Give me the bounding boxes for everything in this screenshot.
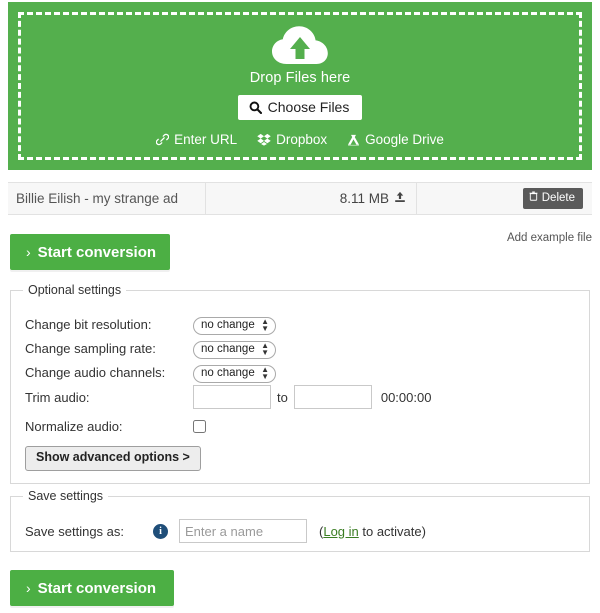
chevron-right-icon: ›	[26, 244, 31, 260]
sampling-rate-select-wrap[interactable]: no change ▲▼	[193, 339, 276, 359]
row-sampling-rate: Change sampling rate: no change ▲▼	[25, 339, 276, 359]
normalize-audio-checkbox[interactable]	[193, 420, 206, 433]
bit-resolution-label: Change bit resolution:	[25, 317, 193, 332]
row-audio-channels: Change audio channels: no change ▲▼	[25, 363, 276, 383]
save-settings-legend: Save settings	[23, 489, 108, 503]
trim-start-input[interactable]	[193, 385, 271, 409]
activate-note: (Log in to activate)	[319, 524, 426, 539]
row-normalize-audio: Normalize audio:	[25, 419, 206, 434]
google-drive-icon	[347, 134, 360, 146]
audio-channels-select[interactable]: no change	[193, 365, 276, 383]
trash-icon	[529, 191, 538, 205]
file-row: Billie Eilish - my strange ad 8.11 MB De…	[8, 182, 592, 215]
audio-channels-select-wrap[interactable]: no change ▲▼	[193, 363, 276, 383]
dropbox-link[interactable]: Dropbox	[257, 132, 327, 147]
row-trim-audio: Trim audio: to 00:00:00	[25, 385, 431, 409]
row-bit-resolution: Change bit resolution: no change ▲▼	[25, 315, 276, 335]
show-advanced-options-button[interactable]: Show advanced options >	[25, 446, 201, 471]
trim-end-input[interactable]	[294, 385, 372, 409]
link-icon	[156, 133, 169, 146]
file-name-cell[interactable]: Billie Eilish - my strange ad	[8, 182, 206, 215]
delete-label: Delete	[542, 192, 575, 205]
sampling-rate-label: Change sampling rate:	[25, 341, 193, 356]
start-conversion-button-top[interactable]: › Start conversion	[10, 234, 170, 270]
save-settings-as-label: Save settings as:	[25, 524, 153, 539]
google-drive-label: Google Drive	[365, 132, 444, 147]
bit-resolution-select-wrap[interactable]: no change ▲▼	[193, 315, 276, 335]
file-size: 8.11 MB	[340, 191, 389, 206]
login-link[interactable]: Log in	[323, 524, 358, 539]
bit-resolution-select[interactable]: no change	[193, 317, 276, 335]
info-icon[interactable]: i	[153, 524, 168, 539]
start-conversion-button-bottom[interactable]: › Start conversion	[10, 570, 174, 606]
sampling-rate-select[interactable]: no change	[193, 341, 276, 359]
file-name: Billie Eilish - my strange ad	[16, 191, 178, 206]
chevron-right-icon: ›	[26, 580, 31, 596]
enter-url-label: Enter URL	[174, 132, 237, 147]
choose-files-button[interactable]: Choose Files	[238, 95, 363, 120]
optional-settings-legend: Optional settings	[23, 283, 126, 297]
enter-url-link[interactable]: Enter URL	[156, 132, 237, 147]
start-conversion-label: Start conversion	[38, 244, 156, 261]
choose-files-label: Choose Files	[268, 100, 350, 114]
file-actions-cell: Delete	[417, 182, 592, 215]
trim-separator-label: to	[277, 390, 288, 405]
save-settings-panel: Save settings Save settings as: i (Log i…	[10, 496, 590, 552]
file-dropzone[interactable]: Drop Files here Choose Files	[8, 2, 592, 170]
dropbox-icon	[257, 133, 271, 146]
trim-duration-value: 00:00:00	[381, 390, 432, 405]
google-drive-link[interactable]: Google Drive	[347, 132, 444, 147]
dropzone-dashed-area[interactable]: Drop Files here Choose Files	[18, 12, 582, 160]
note-suffix: to activate)	[359, 524, 426, 539]
file-size-cell: 8.11 MB	[206, 182, 417, 215]
save-name-input[interactable]	[179, 519, 307, 543]
start-conversion-label: Start conversion	[38, 580, 156, 597]
optional-settings-panel: Optional settings Change bit resolution:…	[10, 290, 590, 484]
add-example-file-link[interactable]: Add example file	[507, 232, 592, 244]
service-links: Enter URL Dropbox	[156, 132, 444, 147]
upload-icon	[394, 190, 406, 208]
normalize-audio-label: Normalize audio:	[25, 419, 193, 434]
audio-channels-label: Change audio channels:	[25, 365, 193, 380]
dropbox-label: Dropbox	[276, 132, 327, 147]
drop-files-label: Drop Files here	[250, 70, 351, 86]
search-icon	[249, 101, 262, 114]
trim-audio-label: Trim audio:	[25, 390, 193, 405]
cloud-upload-icon	[271, 24, 329, 66]
row-save-settings-as: Save settings as: i (Log in to activate)	[25, 519, 426, 543]
delete-button[interactable]: Delete	[523, 188, 583, 209]
